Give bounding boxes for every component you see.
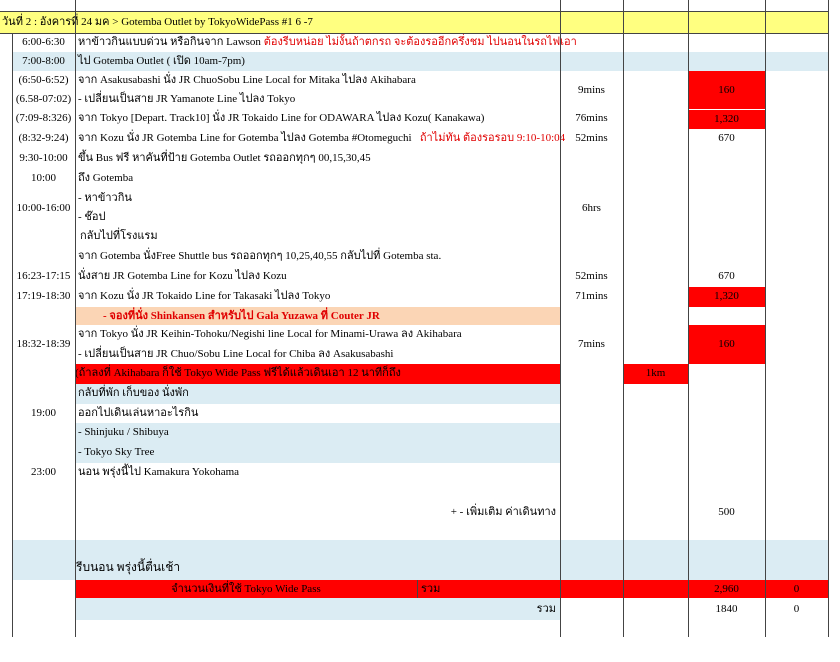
duration-value[interactable]: 71mins [560, 287, 623, 306]
duration-value[interactable]: 9mins [560, 81, 623, 100]
time-cell: 19:00 [30, 407, 57, 419]
activity-text: จาก Kozu นั่ง JR Gotemba Line for Gotemb… [78, 132, 412, 144]
time-cell: (7:09-8:326) [15, 112, 72, 124]
activity-cell[interactable]: กลับที่พัก เก็บของ นั่งพัก [78, 384, 189, 403]
time-cell: 16:23-17:15 [16, 270, 71, 282]
activity-cell[interactable]: ขึ้น Bus ฟรี หาคันที่ป้าย Gotemba Outlet… [78, 149, 371, 168]
cost-value: 1,320 [714, 113, 739, 125]
cost-value[interactable]: 670 [688, 267, 765, 286]
spreadsheet: วันที่ 2 : อังคารที่ 24 มค > Gotemba Out… [0, 0, 840, 662]
activity-cell[interactable]: - Shinjuku / Shibuya [78, 423, 169, 442]
cost-value: 160 [718, 338, 735, 350]
time-cell: 18:32-18:39 [16, 338, 71, 350]
grid-line [0, 11, 828, 12]
activity-cell[interactable]: ออกไปเดินเล่นหาอะไรกิน [78, 404, 198, 423]
activity-cell[interactable]: - Tokyo Sky Tree [78, 443, 154, 462]
column-border [688, 0, 689, 637]
day-header: วันที่ 2 : อังคารที่ 24 มค > Gotemba Out… [2, 16, 313, 28]
activity-cell[interactable]: จาก Kozu นั่ง JR Tokaido Line for Takasa… [78, 287, 330, 306]
activity-text: หาข้าวกินแบบด่วน หรือกินจาก Lawson [78, 36, 261, 48]
activity-cell[interactable]: จาก Gotemba นั่งFree Shuttle bus รถออกทุ… [78, 247, 441, 266]
distance-cell[interactable]: 1km [623, 364, 688, 384]
column-border [828, 0, 829, 637]
activity-cell[interactable]: - เปลี่ยนเป็นสาย JR Chuo/Sobu Line Local… [78, 345, 394, 364]
pass-total-label: จำนวนเงินที่ใช้ Tokyo Wide Pass [171, 583, 321, 595]
duration-value[interactable]: 6hrs [560, 199, 623, 218]
time-cell: 7:00-8:00 [22, 55, 65, 67]
time-cell: 6:00-6:30 [22, 36, 65, 48]
warning-note: ถ้าไม่ทัน ต้องรอรอบ 9:10-10:04 [419, 132, 566, 144]
total-label: รวม [536, 603, 556, 615]
time-cell: 23:00 [30, 466, 57, 478]
time-cell: (6.58-07:02) [15, 93, 72, 105]
cost-cell-red[interactable]: 160 [688, 71, 765, 109]
activity-cell[interactable]: - ช๊อป [78, 208, 105, 227]
distance-value: 1km [645, 367, 666, 379]
duration-value[interactable]: 7mins [560, 335, 623, 354]
pass-total-value[interactable]: 2,960 [688, 580, 765, 598]
time-cell: 9:30-10:00 [19, 152, 68, 164]
time-cell: (8:32-9:24) [18, 132, 69, 144]
extra-cost-value[interactable]: 500 [688, 503, 765, 522]
duration-value[interactable]: 52mins [560, 267, 623, 286]
time-cell: (6:50-6:52) [18, 74, 69, 86]
pass-total-other[interactable]: 0 [765, 580, 828, 598]
sleep-note[interactable]: รีบนอน พรุ่งนี้ตื่นเช้า [76, 558, 180, 577]
activity-cell[interactable]: จาก Asakusabashi นั่ง JR ChuoSobu Line L… [78, 71, 416, 90]
activity-cell[interactable]: จาก Tokyo [Depart. Track10] นั่ง JR Toka… [78, 109, 484, 128]
activity-cell[interactable]: นั่งสาย JR Gotemba Line for Kozu ไปลง Ko… [78, 267, 287, 286]
activity-cell[interactable]: หาข้าวกินแบบด่วน หรือกินจาก Lawson ต้องร… [78, 33, 577, 52]
activity-cell[interactable]: กลับไปที่โรงแรม [80, 227, 158, 246]
column-border [560, 0, 561, 637]
activity-cell[interactable]: ไป Gotemba Outlet ( เปิด 10am-7pm) [78, 52, 245, 71]
reservation-note[interactable]: - จองที่นั่ง Shinkansen สำหรับไป Gala Yu… [103, 307, 380, 325]
day-header-row[interactable]: วันที่ 2 : อังคารที่ 24 มค > Gotemba Out… [0, 12, 828, 33]
activity-cell[interactable]: - เปลี่ยนเป็นสาย JR Yamanote Line ไปลง T… [78, 90, 295, 109]
column-border [623, 0, 624, 637]
activity-cell[interactable]: - หาข้าวกิน [78, 189, 132, 208]
grid-line [0, 33, 828, 34]
cost-cell-red[interactable]: 1,320 [688, 110, 765, 129]
activity-cell[interactable]: จาก Tokyo นั่ง JR Keihin-Tohoku/Negishi … [78, 325, 462, 344]
duration-value[interactable]: 52mins [560, 129, 623, 148]
total-value[interactable]: 1840 [688, 600, 765, 619]
cost-cell-red[interactable]: 160 [688, 325, 765, 364]
time-cell: 17:19-18:30 [16, 290, 71, 302]
extra-cost-label: + - เพิ่มเติม ค่าเดินทาง [450, 506, 556, 518]
cost-cell-red[interactable]: 1,320 [688, 287, 765, 307]
time-cell: 10:00 [30, 172, 57, 184]
column-border [75, 0, 76, 637]
total-other[interactable]: 0 [765, 600, 828, 619]
column-border [12, 33, 13, 637]
pass-sum-label: รวม [421, 583, 441, 595]
column-border [765, 0, 766, 637]
cost-value: 1,320 [714, 290, 739, 302]
cost-value: 160 [718, 84, 735, 96]
activity-cell[interactable]: จาก Kozu นั่ง JR Gotemba Line for Gotemb… [78, 129, 565, 148]
warning-note: ต้องรีบหน่อย ไม่งั้นถ้าตกรถ จะต้องรออีกค… [263, 36, 577, 48]
akihabara-note[interactable]: (ถ้าลงที่ Akihabara ก็ใช้ Tokyo Wide Pas… [75, 364, 401, 383]
cost-value[interactable]: 670 [688, 129, 765, 148]
duration-value[interactable]: 76mins [560, 109, 623, 128]
activity-cell[interactable]: ถึง Gotemba [78, 169, 133, 188]
activity-cell[interactable]: นอน พรุ่งนี้ไป Kamakura Yokohama [78, 463, 239, 482]
